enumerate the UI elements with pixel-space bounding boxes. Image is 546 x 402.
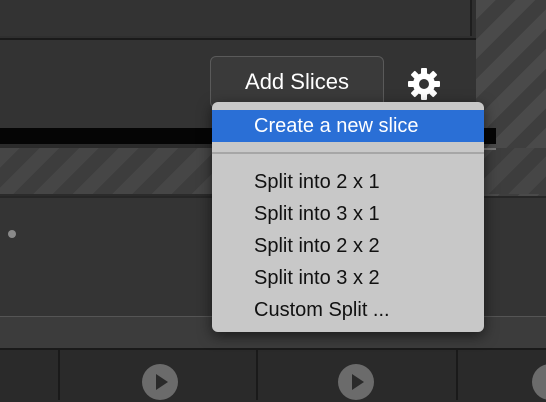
menu-item-split-2x1[interactable]: Split into 2 x 1 xyxy=(212,166,484,198)
add-slices-menu: Create a new slice Split into 2 x 1 Spli… xyxy=(212,102,484,332)
timeline-row xyxy=(0,348,546,402)
gear-icon[interactable] xyxy=(406,66,442,102)
timeline-divider xyxy=(256,350,258,400)
divider-line xyxy=(484,148,496,150)
menu-item-split-3x2[interactable]: Split into 3 x 2 xyxy=(212,262,484,294)
timeline-divider xyxy=(58,350,60,400)
menu-separator xyxy=(212,152,484,154)
dot-indicator xyxy=(8,230,16,238)
timeline-divider xyxy=(456,350,458,400)
menu-item-custom-split[interactable]: Custom Split ... xyxy=(212,294,484,326)
menu-item-split-2x2[interactable]: Split into 2 x 2 xyxy=(212,230,484,262)
add-slices-button[interactable]: Add Slices xyxy=(210,56,384,108)
menu-item-create-new-slice[interactable]: Create a new slice xyxy=(212,110,484,142)
top-panel-inner xyxy=(0,0,472,36)
play-icon[interactable] xyxy=(338,364,374,400)
menu-item-split-3x1[interactable]: Split into 3 x 1 xyxy=(212,198,484,230)
play-icon[interactable] xyxy=(142,364,178,400)
